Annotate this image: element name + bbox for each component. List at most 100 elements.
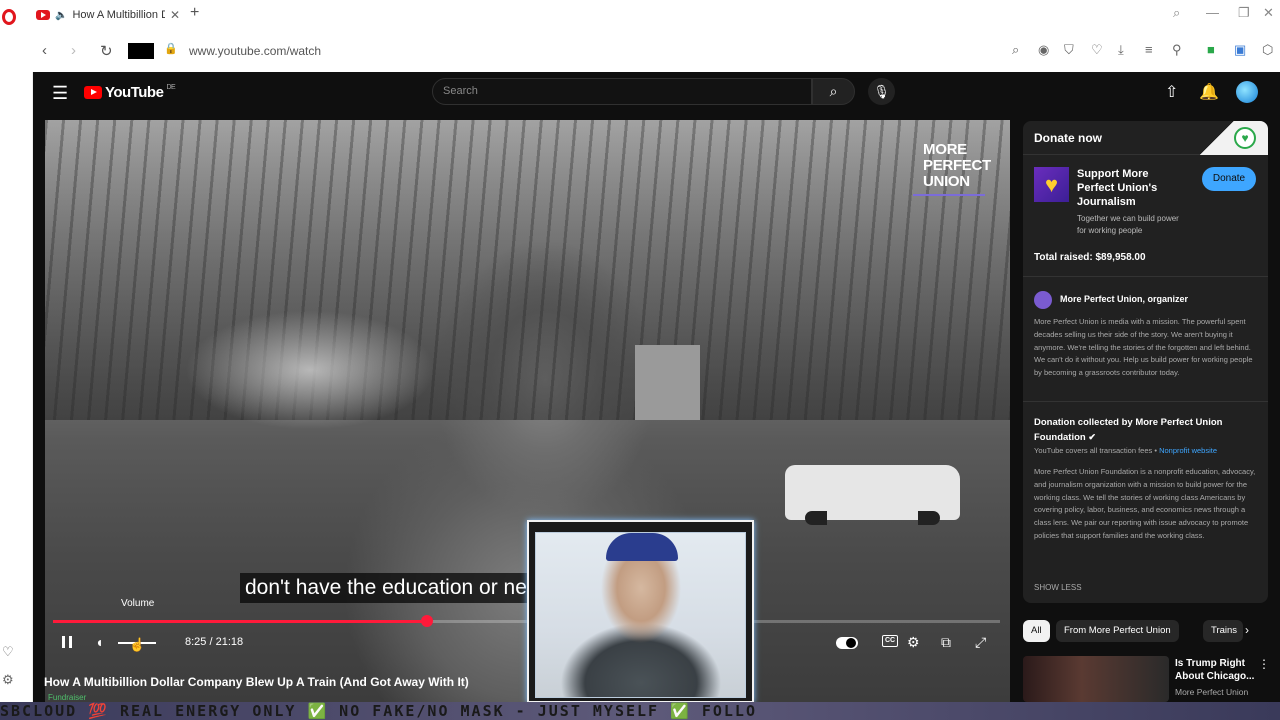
camera-icon[interactable]: ◉ [1038, 42, 1049, 58]
fees-note-text: YouTube covers all transaction fees [1034, 446, 1153, 455]
microphone-icon[interactable]: 🎙 [868, 78, 895, 105]
youtube-favicon-icon [36, 10, 50, 20]
autoplay-toggle[interactable] [836, 637, 858, 649]
close-tab-icon[interactable]: ✕ [170, 8, 180, 22]
settings-gear-icon[interactable]: ⚙ [907, 634, 920, 651]
fees-note: YouTube covers all transaction fees • No… [1034, 446, 1218, 455]
heart-icon[interactable]: ♡ [1091, 42, 1103, 58]
search-button[interactable]: ⌕ [812, 78, 855, 105]
recommendation-channel[interactable]: More Perfect Union [1175, 687, 1248, 697]
youtube-header: ☰ YouTube DE Search ⌕ 🎙 ⇧ 🔔 [33, 72, 1280, 112]
chip-from-more-perfect-union[interactable]: From More Perfect Union [1056, 620, 1179, 642]
organizer-name[interactable]: More Perfect Union, organizer [1060, 294, 1188, 304]
cube-icon[interactable]: ⬡ [1262, 42, 1273, 58]
search-page-icon[interactable]: ⌕ [1012, 42, 1019, 58]
webcam-feed [535, 532, 746, 698]
tab-title: How A Multibillion Do [72, 9, 165, 21]
menu-lines-icon[interactable]: ≡ [1145, 42, 1153, 57]
video-shed [635, 345, 700, 420]
fullscreen-icon[interactable]: ⤢ [975, 634, 986, 651]
more-options-icon[interactable]: ⋮ [1258, 657, 1270, 671]
search-input[interactable]: Search [432, 78, 812, 105]
subtitle-caption: don't have the education or need [240, 573, 556, 603]
fundraiser-badge: Fundraiser [48, 693, 87, 702]
filter-chips: All From More Perfect Union Trains › [1023, 620, 1268, 644]
profile-icon[interactable]: ⚲ [1172, 42, 1182, 58]
show-less-button[interactable]: SHOW LESS [1034, 583, 1082, 592]
heart-badge-icon: ♥ [1234, 127, 1256, 149]
url-field[interactable]: www.youtube.com/watch [189, 44, 321, 58]
recommendation-title[interactable]: Is Trump Right About Chicago... [1175, 657, 1255, 683]
search-tabs-icon[interactable]: ⌕ [1173, 5, 1180, 21]
support-subtitle: Together we can build power for working … [1077, 214, 1179, 235]
youtube-logo[interactable]: YouTube DE [84, 84, 176, 101]
shield-icon[interactable]: ⛉ [1064, 42, 1074, 58]
verified-check-icon: ✔ [1088, 432, 1096, 442]
collected-by: Donation collected by More Perfect Union… [1034, 415, 1234, 445]
cursor-hand-icon: ☝ [129, 637, 146, 652]
brand-watermark: MORE PERFECT UNION [913, 141, 991, 196]
miniplayer-icon[interactable]: ⧉ [941, 634, 951, 651]
menu-icon[interactable]: ☰ [52, 83, 68, 104]
browser-tab[interactable]: 🔈 How A Multibillion Do ✕ [30, 4, 186, 26]
donation-panel-header: Donate now ♥ [1023, 121, 1268, 155]
divider [1023, 401, 1268, 402]
stream-ticker: SBCLOUD 💯 REAL ENERGY ONLY ✅ NO FAKE/NO … [0, 702, 1280, 720]
new-tab-button[interactable]: + [190, 4, 199, 22]
time-display: 8:25 / 21:18 [185, 636, 244, 648]
brand-line-2: PERFECT [923, 157, 991, 174]
brand-underline [913, 194, 985, 196]
collected-by-text: Donation collected by More Perfect Union… [1034, 417, 1223, 443]
minimize-icon[interactable]: — [1206, 5, 1219, 20]
organizer-avatar[interactable] [1034, 291, 1052, 309]
total-raised: Total raised: $89,958.00 [1034, 252, 1146, 263]
speaker-icon[interactable]: 🔈 [55, 10, 67, 21]
address-bar: ‹ › ↻ 🔒 www.youtube.com/watch ⌕ ◉ ⛉ ♡ ⤓ … [0, 30, 1280, 72]
donate-button[interactable]: Donate [1202, 167, 1256, 191]
video-smoke [185, 310, 435, 430]
organizer-description: More Perfect Union is media with a missi… [1034, 317, 1253, 378]
back-icon[interactable]: ‹ [42, 42, 47, 59]
support-title: Support More Perfect Union's Journalism [1077, 168, 1158, 208]
recommendation-thumbnail[interactable] [1023, 656, 1169, 702]
volume-icon[interactable]: ◖ [95, 634, 103, 650]
volume-tooltip: Volume [121, 598, 155, 609]
webcam-person-cap [606, 533, 678, 561]
foundation-description: More Perfect Union Foundation is a nonpr… [1034, 467, 1256, 540]
forward-icon[interactable]: › [71, 42, 76, 59]
close-window-icon[interactable]: ✕ [1263, 5, 1274, 21]
video-title: How A Multibillion Dollar Company Blew U… [44, 675, 469, 689]
reload-icon[interactable]: ↻ [100, 42, 113, 60]
donation-panel: Donate now ♥ ♥ Support More Perfect Unio… [1023, 121, 1268, 603]
translate-icon[interactable]: ▣ [1234, 42, 1246, 58]
extension-icon[interactable]: ■ [1207, 42, 1215, 57]
browser-sidebar: ♡ ⚙ [0, 72, 33, 702]
youtube-logo-text: YouTube [105, 84, 164, 101]
youtube-play-icon [84, 86, 102, 99]
redacted-box [128, 43, 154, 59]
support-heart-icon: ♥ [1034, 167, 1069, 202]
chevron-right-icon[interactable]: › [1245, 623, 1249, 637]
heart-sidebar-icon[interactable]: ♡ [2, 644, 14, 660]
notifications-icon[interactable]: 🔔 [1199, 82, 1219, 102]
opera-logo-icon[interactable] [2, 9, 16, 25]
donation-heading: Donate now [1034, 131, 1102, 145]
brand-line-1: MORE [923, 141, 967, 158]
video-truck [785, 465, 960, 525]
progress-scrubber[interactable] [421, 615, 434, 627]
brand-line-3: UNION [923, 173, 970, 190]
chip-all[interactable]: All [1023, 620, 1050, 642]
lock-icon[interactable]: 🔒 [164, 42, 178, 55]
upload-icon[interactable]: ⇧ [1165, 82, 1178, 102]
nonprofit-website-link[interactable]: Nonprofit website [1159, 446, 1217, 455]
region-code: DE [166, 84, 176, 91]
chip-trains[interactable]: Trains [1203, 620, 1243, 642]
pause-button[interactable] [62, 636, 72, 648]
settings-icon[interactable]: ⚙ [2, 672, 14, 688]
download-icon[interactable]: ⤓ [1118, 42, 1124, 58]
progress-fill [53, 620, 428, 623]
captions-icon[interactable]: CC [882, 635, 898, 647]
avatar[interactable] [1236, 81, 1258, 103]
divider [1023, 276, 1268, 277]
maximize-icon[interactable]: ❐ [1238, 5, 1250, 21]
